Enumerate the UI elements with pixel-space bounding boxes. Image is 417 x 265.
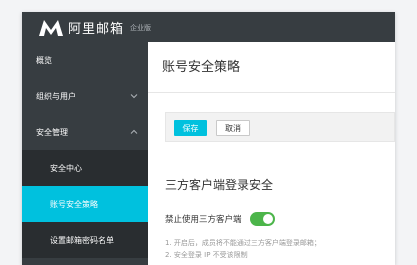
save-button[interactable]: 保存 (174, 120, 207, 136)
logo-mark-icon (39, 19, 63, 36)
sidebar-item-overview[interactable]: 概览 (22, 42, 148, 78)
sidebar-item-label: 概览 (36, 55, 52, 65)
cancel-button[interactable]: 取消 (216, 120, 250, 136)
sidebar-item-account-security-policy[interactable]: 账号安全策略 (22, 186, 148, 222)
sidebar-item-label: 安全中心 (50, 163, 82, 173)
logo[interactable]: 阿里邮箱 企业版 (38, 18, 151, 37)
top-bar: 阿里邮箱 企业版 (22, 12, 395, 42)
logo-text: 阿里邮箱 (68, 22, 125, 37)
sidebar: 概览 组织与用户 安全管理 安全中心 账号安全策略 设置邮箱密码名单 (22, 42, 148, 265)
sidebar-item-security-center[interactable]: 安全中心 (22, 150, 148, 186)
setting-row: 禁止使用三方客户端 (165, 212, 275, 226)
section-title: 三方客户端登录安全 (165, 178, 274, 192)
sidebar-item-security[interactable]: 安全管理 (22, 114, 148, 150)
app-window: 阿里邮箱 企业版 概览 组织与用户 安全管理 安全中心 账号安全策略 设置邮箱密… (22, 12, 395, 265)
sidebar-item-label: 安全管理 (36, 127, 68, 137)
chevron-down-icon (130, 94, 138, 99)
sidebar-item-label: 账号安全策略 (50, 199, 98, 209)
note-line-2: 2. 安全登录 IP 不受该限制 (165, 251, 248, 259)
main-content: 账号安全策略 保存 取消 三方客户端登录安全 禁止使用三方客户端 1. 开启后，… (148, 42, 395, 265)
sidebar-item-password-list[interactable]: 设置邮箱密码名单 (22, 222, 148, 258)
toolbar: 保存 取消 (165, 112, 395, 142)
title-divider (148, 92, 395, 93)
sidebar-item-label: 组织与用户 (36, 91, 76, 101)
toggle-knob (262, 214, 273, 224)
edition-badge: 企业版 (130, 23, 152, 32)
note-line-1: 1. 开启后，成员将不能通过三方客户端登录邮箱； (165, 239, 321, 247)
third-party-client-toggle[interactable] (249, 212, 275, 226)
page-title: 账号安全策略 (162, 60, 241, 75)
sidebar-item-label: 设置邮箱密码名单 (50, 235, 114, 245)
chevron-up-icon (130, 129, 138, 134)
sidebar-item-org-users[interactable]: 组织与用户 (22, 78, 148, 114)
setting-label: 禁止使用三方客户端 (165, 215, 242, 225)
